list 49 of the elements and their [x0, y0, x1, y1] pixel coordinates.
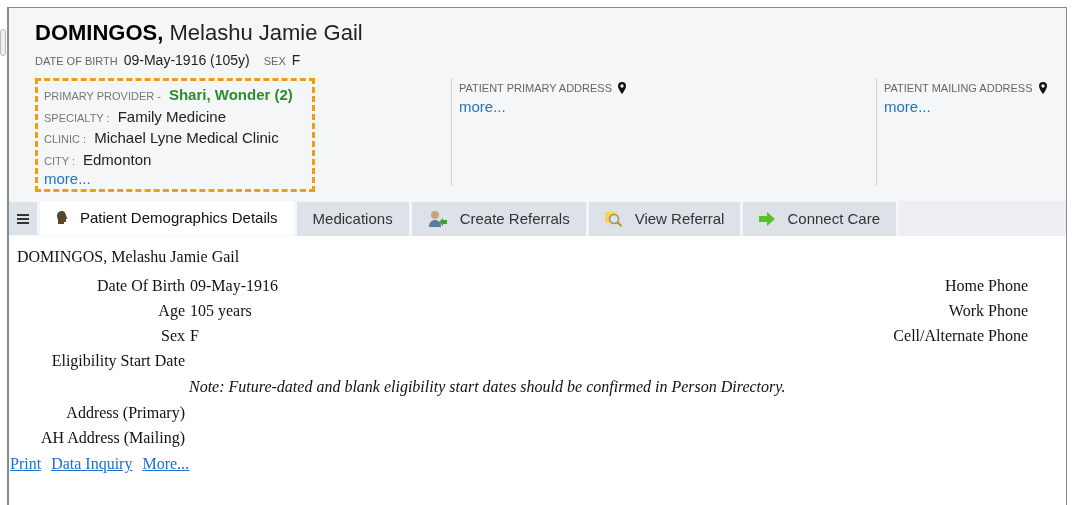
- field-label: SPECIALTY :: [44, 110, 110, 126]
- field-label: AH Address (Mailing): [41, 428, 185, 449]
- tab[interactable]: Medications: [296, 202, 409, 236]
- field-value: F: [291, 51, 301, 70]
- more-link[interactable]: more...: [884, 96, 1066, 117]
- patient-given-names: Melashu Jamie Gail: [169, 20, 363, 45]
- head-icon: [56, 211, 68, 225]
- tab[interactable]: Patient Demographics Details: [40, 201, 294, 235]
- menu-icon[interactable]: [9, 202, 37, 235]
- field-label: Age: [158, 301, 185, 322]
- tab[interactable]: View Referral: [588, 202, 741, 236]
- side-handle[interactable]: [0, 29, 6, 56]
- field-label: Date Of Birth: [97, 276, 185, 296]
- field-label: Sex: [161, 326, 185, 346]
- field-label: PATIENT MAILING ADDRESS: [884, 81, 1033, 96]
- field-label: CITY :: [44, 153, 75, 169]
- field-value: Michael Lyne Medical Clinic: [94, 128, 279, 148]
- field-value: 105 years: [190, 302, 252, 319]
- field-label: Home Phone: [944, 276, 1029, 296]
- field-value: F: [190, 327, 199, 344]
- more-link[interactable]: more...: [44, 170, 91, 188]
- link[interactable]: Data Inquiry: [51, 450, 133, 477]
- person-arrow-icon: [427, 210, 448, 228]
- arrow-right-icon: [759, 212, 776, 226]
- link[interactable]: Print: [10, 450, 42, 477]
- field-label: PATIENT PRIMARY ADDRESS: [459, 81, 613, 96]
- patient-surname: DOMINGOS,: [35, 20, 164, 45]
- field-value: Edmonton: [83, 149, 152, 170]
- more-link[interactable]: more...: [459, 96, 876, 117]
- magnifier-icon: [604, 211, 623, 227]
- field-label: DATE OF BIRTH: [35, 54, 118, 69]
- field-label: SEX: [263, 54, 286, 69]
- eligibility-note: Note: Future-dated and blank eligibility start dates should be confirmed in Person Directory.: [188, 377, 787, 398]
- field-label: Cell/Alternate Phone: [893, 326, 1029, 346]
- map-pin-icon: [1038, 82, 1047, 95]
- field-label: CLINIC :: [44, 132, 87, 147]
- field-label: Work Phone: [948, 301, 1029, 321]
- field-label: Address (Primary): [66, 403, 185, 424]
- field-label: Eligibility Start Date: [51, 351, 185, 372]
- field-value: 09-May-1916: [190, 277, 278, 294]
- tab[interactable]: Connect Care: [743, 202, 896, 236]
- map-pin-icon: [618, 82, 627, 95]
- field-value: 09-May-1916 (105y): [123, 51, 250, 70]
- provider-link[interactable]: Shari, Wonder (2): [168, 84, 293, 107]
- field-value: Family Medicine: [117, 106, 226, 127]
- patient-name: DOMINGOS, Melashu Jamie Gail: [16, 247, 241, 267]
- field-label: PRIMARY PROVIDER -: [44, 89, 161, 104]
- tab[interactable]: Create Referrals: [411, 202, 586, 236]
- link[interactable]: More...: [142, 450, 190, 477]
